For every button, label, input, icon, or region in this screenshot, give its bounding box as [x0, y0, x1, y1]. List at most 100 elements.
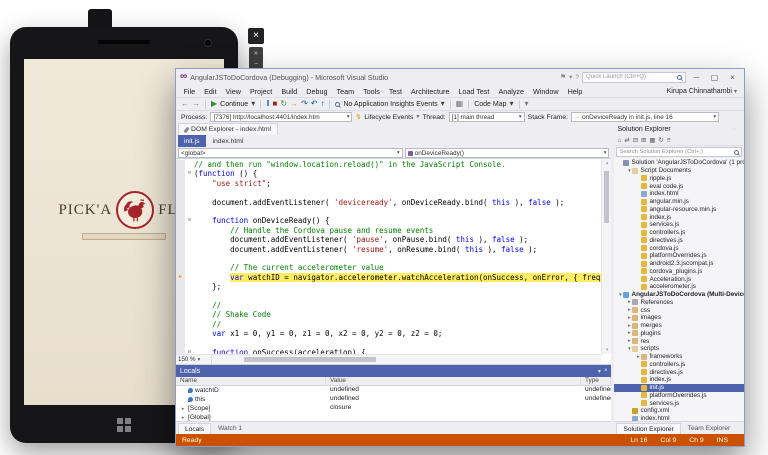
menu-build[interactable]: Build — [277, 87, 302, 96]
tree-item-scripts[interactable]: ▾scripts — [614, 345, 744, 353]
tree-item-cordova-js[interactable]: cordova.js — [614, 244, 744, 252]
breakpoint-margin[interactable] — [176, 169, 185, 178]
breakpoint-margin[interactable]: ▶ — [176, 273, 185, 282]
tree-item-css[interactable]: ▸css — [614, 306, 744, 314]
se-header-icon-1[interactable]: × — [737, 126, 741, 133]
code-map-button[interactable]: Code Map — [474, 101, 506, 108]
signed-in-user[interactable]: Kirupa Chinnathambi — [667, 88, 732, 95]
tree-item-references[interactable]: ▸References — [614, 299, 744, 307]
tab-index-html[interactable]: index.html — [207, 135, 250, 147]
tree-item-directives-js[interactable]: directives.js — [614, 237, 744, 245]
vertical-scrollbar[interactable]: ▴ ▾ — [601, 159, 611, 354]
ide-grid-icon[interactable]: ▦ — [456, 100, 464, 108]
menu-view[interactable]: View — [221, 87, 245, 96]
code-line-1[interactable]: // and then run "window.location.reload(… — [176, 160, 601, 169]
tree-item-ripple-js[interactable]: ripple.js — [614, 175, 744, 183]
code-line-14[interactable]: }; — [176, 282, 601, 291]
scroll-down-icon[interactable]: ▾ — [602, 347, 611, 353]
step-into-icon[interactable]: ↷ — [301, 100, 308, 108]
locals-header-icon-0[interactable]: ▾ — [598, 368, 601, 375]
tree-item-images[interactable]: ▸images — [614, 314, 744, 322]
tree-item-android2-3-jscompat-js[interactable]: android2.3.jscompat.js — [614, 260, 744, 268]
scrollbar-thumb[interactable] — [604, 171, 609, 223]
step-out-icon[interactable]: ↑ — [320, 100, 324, 108]
breakpoint-margin[interactable] — [176, 254, 185, 263]
breakpoint-margin[interactable] — [176, 207, 185, 216]
code-line-5[interactable]: document.addEventListener( 'deviceready'… — [176, 198, 601, 207]
tree-item-cordova-plugins-js[interactable]: cordova_plugins.js — [614, 268, 744, 276]
close-button[interactable]: × — [725, 73, 740, 82]
breakpoint-margin[interactable] — [176, 226, 185, 235]
tree-item-acceleration-js[interactable]: Acceleration.js — [614, 275, 744, 283]
menu-load-test[interactable]: Load Test — [454, 87, 494, 96]
continue-icon[interactable]: ▶ — [211, 100, 217, 108]
tree-item-config-xml[interactable]: config.xml — [614, 407, 744, 415]
tree-item-services-js[interactable]: services.js — [614, 399, 744, 407]
tree-item-controllers-js[interactable]: controllers.js — [614, 361, 744, 369]
menu-project[interactable]: Project — [245, 87, 276, 96]
flag-dropdown-icon[interactable]: ▾ — [569, 73, 572, 81]
horizontal-scrollbar[interactable] — [212, 355, 601, 364]
tab-watch-1[interactable]: Watch 1 — [212, 423, 248, 434]
break-all-icon[interactable]: ‖ — [266, 100, 269, 108]
menu-debug[interactable]: Debug — [302, 87, 332, 96]
application-insights-icon[interactable] — [335, 102, 340, 107]
breakpoint-margin[interactable] — [176, 216, 185, 225]
tree-item-angular-min-js[interactable]: angular.min.js — [614, 198, 744, 206]
tree-item-index-js[interactable]: index.js — [614, 213, 744, 221]
code-line-4[interactable] — [176, 188, 601, 197]
lifecycle-events-button[interactable]: Lifecycle Events — [364, 114, 413, 121]
se-toolbar-icon-6[interactable]: ≡ — [667, 137, 671, 144]
code-line-16[interactable]: // — [176, 301, 601, 310]
se-toolbar-icon-1[interactable]: ⇄ — [624, 137, 629, 144]
tab-team-explorer[interactable]: Team Explorer — [682, 423, 737, 434]
fold-margin[interactable]: ⊟ — [185, 216, 194, 225]
tree-item-plugins[interactable]: ▸plugins — [614, 330, 744, 338]
scope-dropdown[interactable]: <global> ▾ — [178, 148, 403, 158]
expander-icon[interactable]: ▸ — [180, 406, 186, 412]
expander-icon[interactable]: ▸ — [180, 415, 186, 421]
menu-edit[interactable]: Edit — [200, 87, 221, 96]
windows-start-icon[interactable] — [117, 418, 131, 432]
tree-item-angular-resource-min-js[interactable]: angular-resource.min.js — [614, 206, 744, 214]
tab-dom-explorer[interactable]: DOM Explorer - index.html — [178, 123, 278, 135]
se-toolbar-icon-0[interactable]: ⌂ — [617, 137, 621, 144]
code-line-10[interactable]: document.addEventListener( 'resume', onR… — [176, 245, 601, 254]
scroll-up-icon[interactable]: ▴ — [602, 160, 611, 166]
code-line-2[interactable]: ⊟(function () { — [176, 169, 601, 178]
breakpoint-margin[interactable] — [176, 188, 185, 197]
solution-explorer-header[interactable]: Solution Explorer ▾× — [614, 123, 744, 135]
code-line-17[interactable]: // Shake Code — [176, 310, 601, 319]
continue-dropdown-icon[interactable]: ▾ — [251, 100, 255, 108]
breakpoint-margin[interactable] — [176, 320, 185, 329]
locals-header[interactable]: Locals ▾× — [176, 365, 611, 377]
navigate-back-icon[interactable]: ← — [181, 100, 189, 108]
tree-item-controllers-js[interactable]: controllers.js — [614, 229, 744, 237]
code-line-9[interactable]: document.addEventListener( 'pause', onPa… — [176, 235, 601, 244]
menu-team[interactable]: Team — [332, 87, 359, 96]
tree-item-index-js[interactable]: index.js — [614, 376, 744, 384]
breakpoint-margin[interactable] — [176, 245, 185, 254]
breakpoint-margin[interactable] — [176, 263, 185, 272]
quick-launch-input[interactable]: Quick Launch (Ctrl+Q) — [582, 72, 686, 83]
user-dropdown-icon[interactable]: ▾ — [734, 88, 737, 95]
code-line-12[interactable]: // The current accelerometer value — [176, 263, 601, 272]
scrollbar-thumb[interactable] — [244, 357, 376, 362]
tree-item-merges[interactable]: ▸merges — [614, 322, 744, 330]
tree-item-directives-js[interactable]: directives.js — [614, 368, 744, 376]
breakpoint-margin[interactable] — [176, 198, 185, 207]
tab-locals[interactable]: Locals — [178, 423, 211, 434]
breakpoint-margin[interactable] — [176, 160, 185, 169]
breakpoint-margin[interactable] — [176, 338, 185, 347]
menu-file[interactable]: File — [179, 87, 200, 96]
menu-test[interactable]: Test — [384, 87, 406, 96]
help-icon[interactable]: ? — [575, 74, 579, 81]
tree-item-script-documents[interactable]: ▾Script Documents — [614, 167, 744, 175]
code-line-7[interactable]: ⊟ function onDeviceReady() { — [176, 216, 601, 225]
member-dropdown[interactable]: onDeviceReady() ▾ — [405, 148, 610, 158]
tree-item-platformoverrides-js[interactable]: platformOverrides.js — [614, 252, 744, 260]
code-line-20[interactable] — [176, 338, 601, 347]
locals-row-this[interactable]: thisundefinedundefined — [176, 395, 611, 404]
emulator-button-1[interactable]: − — [254, 61, 258, 68]
code-line-6[interactable] — [176, 207, 601, 216]
